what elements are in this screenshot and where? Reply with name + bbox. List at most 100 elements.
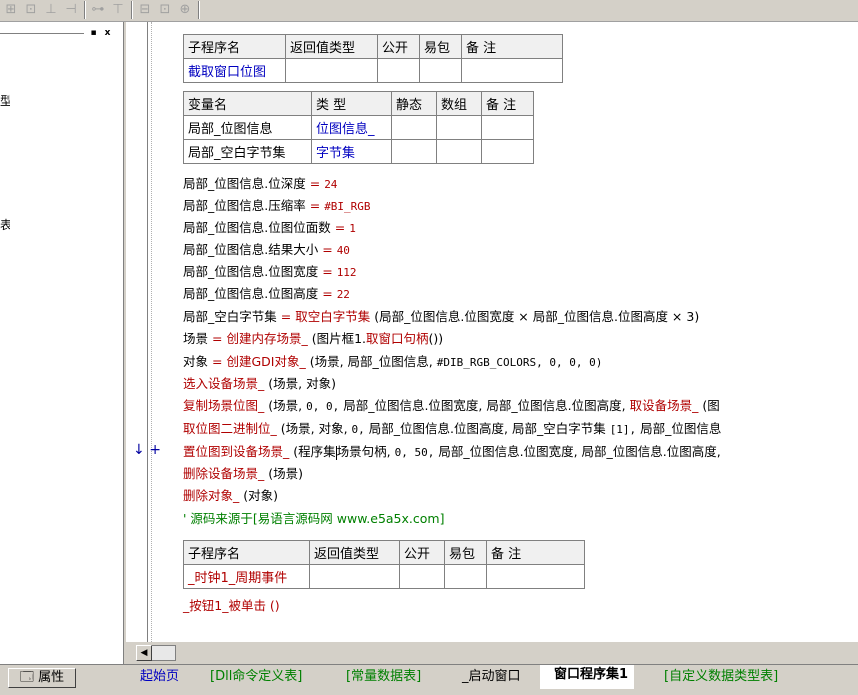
code-comment[interactable]: ' 源码来源于[易语言源码网 www.e5a5x.com] [183, 508, 444, 530]
same-width-icon[interactable]: ⊟ [136, 2, 154, 18]
gutter-marker[interactable]: ↓ + [133, 442, 161, 458]
code-editor[interactable]: 子程序名 返回值类型 公开 易包 备 注 截取窗口位图 变量名 类 型 静态 数… [126, 22, 858, 642]
table-cell[interactable] [309, 564, 400, 589]
code-line[interactable]: 取位图二进制位_ (场景, 对象, 0, 局部_位图信息.位图高度, 局部_空白… [183, 418, 721, 440]
clipped-label: 型 [0, 94, 10, 108]
code-line[interactable]: 置位图到设备场景_ (程序集场景句柄, 0, 50, 局部_位图信息.位图宽度,… [183, 441, 721, 463]
code-line[interactable]: 局部_位图信息.位深度 = 24 [183, 173, 337, 195]
code-line[interactable]: 场景 = 创建内存场景_ (图片框1.取窗口句柄()) [183, 328, 443, 350]
code-args: (场景, 对象, [280, 421, 348, 436]
code-operator: = [334, 220, 346, 235]
table-cell[interactable] [481, 115, 534, 140]
code-line[interactable]: 局部_位图信息.位图位面数 = 1 [183, 217, 356, 239]
variable-type[interactable]: 位图信息_ [311, 115, 392, 140]
left-pane-header: ▪ x [0, 26, 120, 40]
align-center-icon[interactable]: ⊥ [42, 2, 60, 18]
distribute-vertical-icon[interactable]: ⊤ [109, 2, 127, 18]
table-row[interactable]: _时钟1_周期事件 [183, 564, 585, 589]
align-top-icon[interactable]: ⊡ [22, 2, 40, 18]
code-line[interactable]: 对象 = 创建GDI对象_ (场景, 局部_位图信息, #DIB_RGB_COL… [183, 351, 602, 373]
code-function: 复制场景位图_ [183, 398, 265, 413]
code-line[interactable]: 局部_位图信息.压缩率 = #BI_RGB [183, 195, 371, 217]
variable-name[interactable]: 局部_空白字节集 [183, 139, 312, 164]
table-cell[interactable] [377, 58, 420, 83]
code-target: 局部_位图信息.位图位面数 [183, 220, 331, 235]
table-cell[interactable] [481, 139, 534, 164]
subroutine-table: 子程序名 返回值类型 公开 易包 备 注 截取窗口位图 [183, 34, 563, 83]
code-target: 局部_位图信息.结果大小 [183, 242, 319, 257]
code-args: (场景, [268, 398, 303, 413]
table-cell[interactable] [444, 564, 487, 589]
same-height-icon[interactable]: ⊡ [156, 2, 174, 18]
scroll-track[interactable] [152, 645, 176, 661]
code-operator: = [322, 242, 333, 257]
tab-window-assembly[interactable]: 窗口程序集1 [540, 665, 635, 689]
code-args: (局部_位图信息.位图宽度 × 局部_位图信息.位图高度 × 3) [374, 309, 700, 324]
table-cell[interactable] [461, 58, 563, 83]
table-cell[interactable] [285, 58, 378, 83]
col-header: 公开 [399, 540, 445, 565]
code-line[interactable]: 局部_位图信息.位图高度 = 22 [183, 283, 350, 305]
col-header: 数组 [436, 91, 482, 116]
down-arrow-icon[interactable]: ↓ [133, 442, 145, 458]
table-cell[interactable] [419, 58, 462, 83]
table-cell[interactable] [391, 115, 437, 140]
tab-start-page[interactable]: 起始页 [126, 667, 185, 689]
left-pane: ▪ x 型 表 [0, 22, 124, 664]
subroutine-name[interactable]: 截取窗口位图 [183, 58, 286, 83]
plus-icon[interactable]: + [149, 442, 161, 458]
code-args: (场景, 局部_位图信息, [309, 354, 433, 369]
table-cell[interactable] [486, 564, 585, 589]
code-function: 置位图到设备场景_ [183, 444, 290, 459]
table-cell[interactable] [436, 115, 482, 140]
table-row[interactable]: 局部_位图信息 位图信息_ [183, 115, 534, 140]
properties-button[interactable]: 🗔 属性 [8, 668, 76, 688]
table-cell[interactable] [391, 139, 437, 164]
code-line[interactable]: 复制场景位图_ (场景, 0, 0, 局部_位图信息.位图宽度, 局部_位图信息… [183, 395, 720, 417]
table-header-row: 子程序名 返回值类型 公开 易包 备 注 [183, 540, 585, 565]
align-left-icon[interactable]: ⊞ [2, 2, 20, 18]
table-cell[interactable] [436, 139, 482, 164]
code-value: 40 [336, 244, 350, 257]
code-line[interactable]: 局部_位图信息.位图宽度 = 112 [183, 261, 357, 283]
code-args: 0, 0, [306, 400, 340, 413]
code-args: #DIB_RGB_COLORS, 0, 0, 0) [436, 356, 603, 369]
distribute-horizontal-icon[interactable]: ⊶ [89, 2, 107, 18]
tab-constants[interactable]: [常量数据表] [332, 667, 427, 689]
col-header: 子程序名 [183, 540, 310, 565]
align-right-icon[interactable]: ⊣ [62, 2, 80, 18]
col-header: 易包 [419, 34, 462, 59]
code-args: 场景句柄, [336, 444, 391, 459]
code-line[interactable]: 删除设备场景_ (场景) [183, 463, 303, 485]
code-args: (程序集 [293, 444, 336, 459]
same-size-icon[interactable]: ⊕ [176, 2, 194, 18]
table-cell[interactable] [399, 564, 445, 589]
horizontal-scrollbar[interactable]: ◀ [126, 642, 858, 664]
code-line[interactable]: 删除对象_ (对象) [183, 485, 278, 507]
scroll-left-button[interactable]: ◀ [136, 645, 152, 661]
code-operator: = [280, 309, 292, 324]
close-icon[interactable]: x [102, 28, 113, 39]
code-function: 取窗口句柄 [366, 331, 429, 346]
subroutine-header[interactable]: _按钮1_被单击 () [183, 595, 280, 617]
tab-startup-window[interactable]: _启动窗口 [448, 667, 527, 689]
variable-name[interactable]: 局部_位图信息 [183, 115, 312, 140]
code-target: 对象 [183, 354, 209, 369]
minimize-icon[interactable]: ▪ [88, 28, 99, 39]
code-args: 局部_位图信息.位图宽度, 局部_位图信息.位图高度, [438, 444, 721, 459]
subroutine-name[interactable]: _时钟1_周期事件 [183, 564, 310, 589]
table-header-row: 变量名 类 型 静态 数组 备 注 [183, 91, 534, 116]
variable-type[interactable]: 字节集 [311, 139, 392, 164]
toolbar-separator [198, 1, 200, 19]
code-line[interactable]: 局部_空白字节集 = 取空白字节集 (局部_位图信息.位图宽度 × 局部_位图信… [183, 306, 699, 328]
code-function: 删除对象_ [183, 488, 240, 503]
col-header: 备 注 [486, 540, 585, 565]
table-row[interactable]: 截取窗口位图 [183, 58, 563, 83]
code-value: 1 [349, 222, 356, 235]
table-row[interactable]: 局部_空白字节集 字节集 [183, 139, 534, 164]
code-line[interactable]: 局部_位图信息.结果大小 = 40 [183, 239, 350, 261]
code-line[interactable]: 选入设备场景_ (场景, 对象) [183, 373, 336, 395]
tab-custom-types[interactable]: [自定义数据类型表] [650, 667, 784, 689]
tab-dll-commands[interactable]: [Dll命令定义表] [196, 667, 308, 689]
pane-grip[interactable] [0, 33, 84, 35]
